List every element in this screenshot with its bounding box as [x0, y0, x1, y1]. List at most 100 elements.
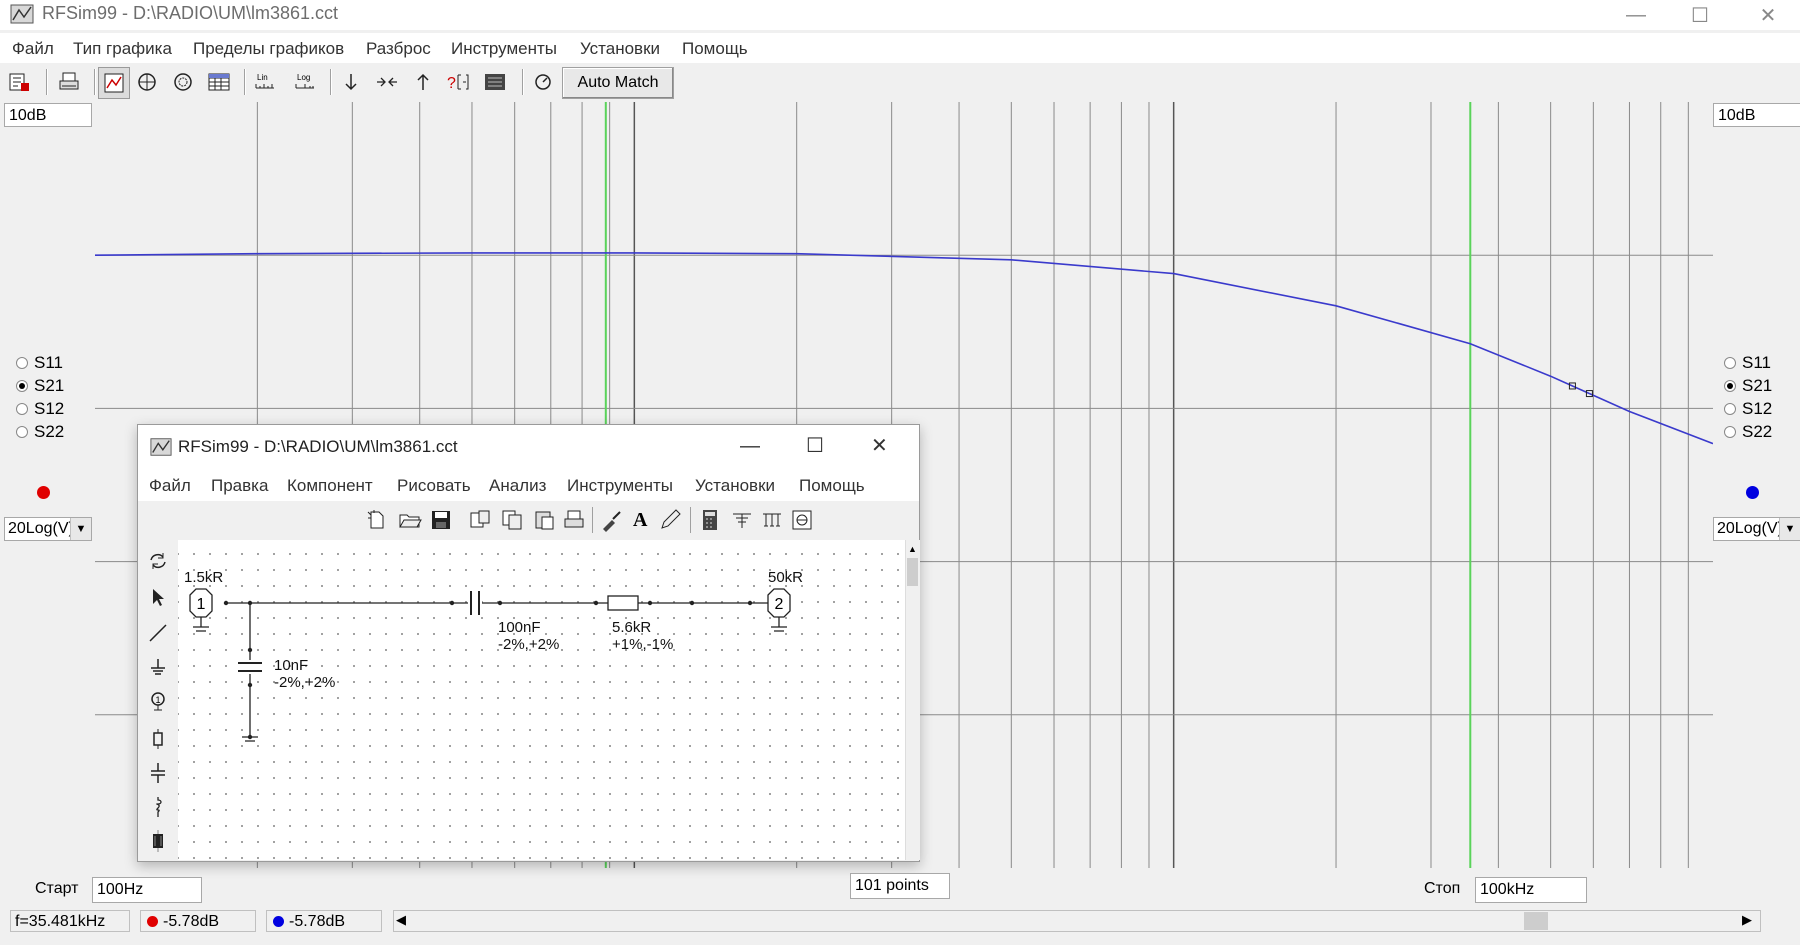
resistor-icon[interactable] — [147, 728, 169, 750]
minimize-button[interactable]: — — [1604, 0, 1668, 30]
right-format-select[interactable]: 20Log(V) ▼ — [1713, 517, 1800, 541]
right-radio-s12[interactable]: S12 — [1724, 399, 1772, 419]
save-icon[interactable] — [429, 508, 453, 532]
pointer-icon[interactable] — [147, 586, 169, 608]
schematic-menu-component[interactable]: Компонент — [287, 476, 373, 496]
menu-graph-type[interactable]: Тип графика — [73, 39, 172, 59]
table-icon[interactable] — [204, 67, 234, 97]
shunt-capacitor[interactable] — [236, 660, 264, 674]
eraser-icon[interactable] — [600, 508, 624, 532]
stop-frequency-input[interactable]: 100kHz — [1475, 877, 1587, 903]
calculator-icon[interactable] — [698, 508, 722, 532]
left-radio-s22[interactable]: S22 — [16, 422, 64, 442]
right-radio-s22[interactable]: S22 — [1724, 422, 1772, 442]
schematic-menu-file[interactable]: Файл — [149, 476, 191, 496]
right-scale-field[interactable]: 10dB — [1713, 103, 1800, 127]
left-format-select[interactable]: 20Log(V) ▼ — [4, 517, 92, 541]
schematic-menu-analysis[interactable]: Анализ — [489, 476, 546, 496]
scrollbar-thumb[interactable] — [1524, 912, 1548, 930]
rotate-icon[interactable] — [147, 550, 169, 572]
schematic-maximize-button[interactable]: ☐ — [806, 433, 824, 458]
tuning-icon[interactable] — [528, 67, 558, 97]
port-icon[interactable]: 1 — [147, 690, 169, 712]
left-radio-s11[interactable]: S11 — [16, 353, 63, 373]
rectangular-graph-icon[interactable] — [98, 67, 130, 99]
right-radio-s11[interactable]: S11 — [1724, 353, 1771, 373]
menu-tools[interactable]: Инструменты — [451, 39, 557, 59]
schematic-minimize-button[interactable]: — — [740, 435, 760, 458]
schematic-menu-edit[interactable]: Правка — [211, 476, 268, 496]
new-file-icon[interactable] — [364, 508, 388, 532]
left-marker-color-dot[interactable] — [37, 486, 50, 499]
schematic-menu-help[interactable]: Помощь — [799, 476, 865, 496]
close-button[interactable]: ✕ — [1736, 0, 1800, 30]
pencil-icon[interactable] — [658, 508, 682, 532]
schematic-menu-tools[interactable]: Инструменты — [567, 476, 673, 496]
transmission-line-icon[interactable] — [147, 830, 169, 852]
filter-design-icon[interactable] — [760, 508, 784, 532]
zoom-in-icon[interactable] — [372, 67, 402, 97]
schematic-canvas[interactable]: 1 2 1.5kR 50kR 100nF -2%,+2% 5.6kR +1%,-… — [178, 540, 913, 860]
print-icon[interactable] — [562, 508, 586, 532]
smith-chart-icon[interactable] — [168, 67, 198, 97]
radio-button-icon[interactable] — [16, 380, 28, 392]
capacitor-icon[interactable] — [147, 762, 169, 784]
help-marker-icon[interactable]: ? — [444, 67, 474, 97]
print-icon[interactable] — [54, 67, 84, 97]
arrow-up-icon[interactable] — [408, 67, 438, 97]
right-marker-color-dot[interactable] — [1746, 486, 1759, 499]
scroll-up-icon[interactable]: ▲ — [908, 544, 917, 554]
antenna-icon[interactable] — [730, 508, 754, 532]
copy-icon[interactable] — [500, 508, 524, 532]
optimize-icon[interactable] — [480, 67, 510, 97]
schematic-vertical-scrollbar[interactable]: ▲ — [905, 540, 920, 860]
wire-icon[interactable] — [147, 622, 169, 644]
text-tool-icon[interactable]: A — [633, 509, 647, 532]
menu-graph-limits[interactable]: Пределы графиков — [193, 39, 344, 59]
chevron-down-icon[interactable]: ▼ — [1779, 518, 1800, 540]
frequency-scrollbar[interactable]: ◀ ▶ — [393, 910, 1761, 932]
radio-button-icon[interactable] — [16, 426, 28, 438]
radio-button-icon[interactable] — [16, 403, 28, 415]
smith-tool-icon[interactable] — [790, 508, 814, 532]
port2-symbol[interactable]: 2 — [767, 588, 791, 632]
radio-button-icon[interactable] — [1724, 357, 1736, 369]
port1-symbol[interactable]: 1 — [189, 588, 213, 632]
menu-file[interactable]: Файл — [12, 39, 54, 59]
schematic-window[interactable]: RFSim99 - D:\RADIO\UM\lm3861.cct — ☐ ✕ Ф… — [137, 424, 920, 862]
inductor-icon[interactable] — [147, 796, 169, 818]
schematic-close-button[interactable]: ✕ — [871, 433, 888, 458]
start-frequency-input[interactable]: 100Hz — [92, 877, 202, 903]
ground-icon[interactable] — [147, 656, 169, 678]
open-folder-icon[interactable] — [398, 508, 422, 532]
schematic-menu-draw[interactable]: Рисовать — [397, 476, 471, 496]
scroll-right-icon[interactable]: ▶ — [1742, 912, 1752, 928]
chevron-down-icon[interactable]: ▼ — [70, 518, 91, 540]
arrow-down-icon[interactable] — [336, 67, 366, 97]
right-radio-s21[interactable]: S21 — [1724, 376, 1772, 396]
polar-graph-icon[interactable] — [132, 67, 162, 97]
series-resistor[interactable] — [607, 595, 639, 611]
maximize-button[interactable]: ☐ — [1668, 0, 1732, 30]
radio-button-icon[interactable] — [1724, 426, 1736, 438]
series-capacitor[interactable] — [468, 590, 482, 616]
log-scale-icon[interactable]: Log — [290, 67, 320, 97]
radio-button-icon[interactable] — [1724, 380, 1736, 392]
menu-settings[interactable]: Установки — [580, 39, 660, 59]
cut-icon[interactable] — [468, 508, 492, 532]
points-input[interactable]: 101 points — [850, 873, 950, 899]
linear-scale-icon[interactable]: Lin — [250, 67, 280, 97]
left-radio-s12[interactable]: S12 — [16, 399, 64, 419]
paste-icon[interactable] — [532, 508, 556, 532]
left-scale-field[interactable]: 10dB — [4, 103, 92, 127]
schematic-icon[interactable] — [4, 67, 34, 97]
left-radio-s21[interactable]: S21 — [16, 376, 64, 396]
scrollbar-thumb[interactable] — [907, 558, 918, 586]
menu-help[interactable]: Помощь — [682, 39, 748, 59]
radio-button-icon[interactable] — [16, 357, 28, 369]
scroll-left-icon[interactable]: ◀ — [396, 912, 406, 928]
menu-spread[interactable]: Разброс — [366, 39, 431, 59]
radio-button-icon[interactable] — [1724, 403, 1736, 415]
schematic-menu-settings[interactable]: Установки — [695, 476, 775, 496]
auto-match-button[interactable]: Auto Match — [562, 67, 674, 99]
